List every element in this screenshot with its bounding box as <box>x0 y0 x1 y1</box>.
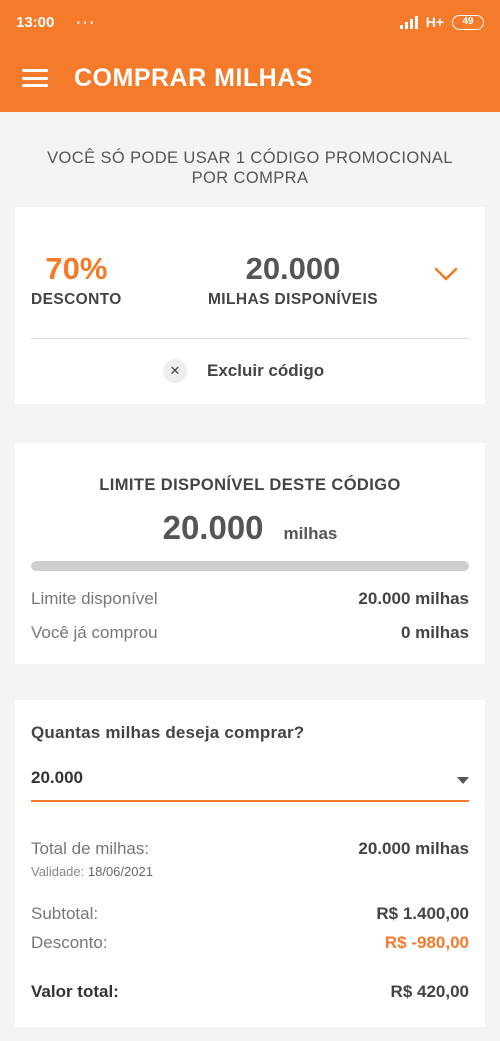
network-type: H+ <box>425 14 444 30</box>
available-miles-stat: 20.000 MILHAS DISPONÍVEIS <box>208 251 378 309</box>
subtotal-label: Subtotal: <box>31 904 99 923</box>
available-limit-label: Limite disponível <box>31 589 158 608</box>
total-miles-value: 20.000 milhas <box>358 839 469 858</box>
divider <box>31 338 469 339</box>
validity-date: 18/06/2021 <box>87 864 153 879</box>
discount-label: DESCONTO <box>31 291 122 308</box>
signal-icon <box>399 15 418 29</box>
validity-label: Validade: <box>31 864 85 879</box>
remove-code-label: Excluir código <box>207 361 325 380</box>
total-miles-row: Total de milhas: 20.000 milhas <box>31 839 469 859</box>
remove-code-button[interactable]: ✕ Excluir código <box>163 359 324 383</box>
caret-down-icon <box>457 777 469 784</box>
status-bar: 13:00 ··· H+ 49 <box>0 0 500 44</box>
quantity-question: Quantas milhas deseja comprar? <box>31 723 305 742</box>
grand-total-row: Valor total: R$ 420,00 <box>31 982 469 1002</box>
purchase-card: Quantas milhas deseja comprar? 20.000 To… <box>15 700 485 1027</box>
limit-value: 20.000 <box>162 509 264 546</box>
discount-stat: 70% DESCONTO <box>31 251 122 309</box>
selected-quantity: 20.000 <box>31 768 83 787</box>
available-miles-value: 20.000 <box>245 251 341 286</box>
validity-text: Validade: 18/06/2021 <box>31 864 153 879</box>
promo-code-card: 70% DESCONTO 20.000 MILHAS DISPONÍVEIS ✕… <box>15 207 485 404</box>
limit-progress-bar <box>31 561 469 571</box>
notice-line-2: POR COMPRA <box>191 169 309 187</box>
hamburger-icon[interactable] <box>22 69 48 87</box>
available-limit-row: Limite disponível 20.000 milhas <box>31 589 469 609</box>
subtotal-value: R$ 1.400,00 <box>376 904 469 923</box>
discount-value: 70% <box>45 251 108 286</box>
available-miles-label: MILHAS DISPONÍVEIS <box>208 291 378 308</box>
discount-row-value: R$ -980,00 <box>384 933 469 952</box>
page-title: COMPRAR MILHAS <box>74 63 313 92</box>
discount-row-label: Desconto: <box>31 933 108 952</box>
battery-icon: 49 <box>452 14 484 30</box>
limit-title: LIMITE DISPONÍVEL DESTE CÓDIGO <box>99 476 401 494</box>
close-icon: ✕ <box>163 359 187 383</box>
already-bought-value: 0 milhas <box>400 623 469 642</box>
grand-total-value: R$ 420,00 <box>390 982 469 1001</box>
subtotal-row: Subtotal: R$ 1.400,00 <box>31 904 469 924</box>
status-time: 13:00 <box>16 13 55 31</box>
total-miles-label: Total de milhas: <box>31 839 150 858</box>
limit-value-group: 20.000 milhas <box>15 509 485 547</box>
chevron-down-icon[interactable] <box>433 265 459 283</box>
available-limit-value: 20.000 milhas <box>358 589 469 608</box>
notification-dots: ··· <box>76 14 97 30</box>
app-bar: COMPRAR MILHAS <box>0 44 500 112</box>
notice-line-1: VOCÊ SÓ PODE USAR 1 CÓDIGO PROMOCIONAL <box>47 149 453 167</box>
code-limit-card: LIMITE DISPONÍVEL DESTE CÓDIGO 20.000 mi… <box>15 443 485 664</box>
already-bought-row: Você já comprou 0 milhas <box>31 623 469 643</box>
promo-notice: VOCÊ SÓ PODE USAR 1 CÓDIGO PROMOCIONAL P… <box>0 148 500 188</box>
grand-total-label: Valor total: <box>31 982 119 1001</box>
already-bought-label: Você já comprou <box>31 623 158 642</box>
miles-quantity-select[interactable]: 20.000 <box>31 756 469 802</box>
limit-unit: milhas <box>283 524 338 543</box>
discount-row: Desconto: R$ -980,00 <box>31 933 469 953</box>
